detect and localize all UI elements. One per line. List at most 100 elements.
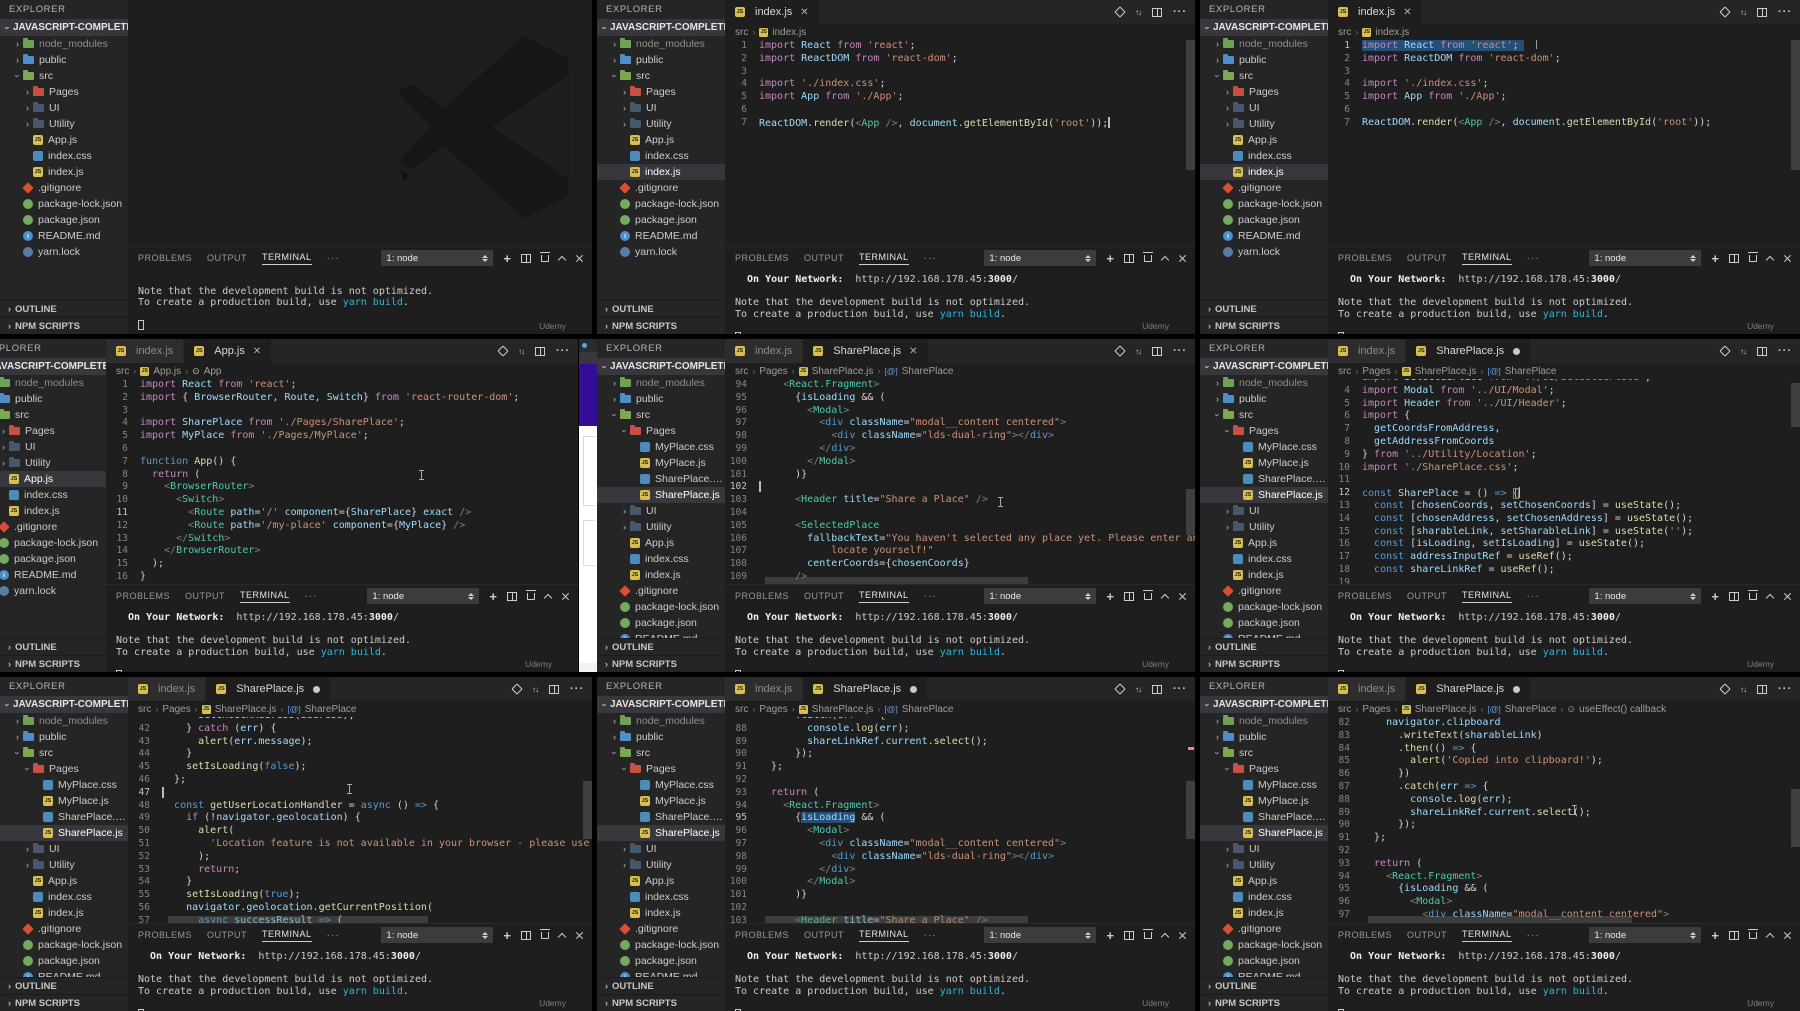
sidebar-file-myplace-css[interactable]: MyPlace.css [597, 439, 725, 455]
sidebar-folder-ui[interactable]: › UI [0, 841, 128, 857]
terminal-select[interactable]: 1: node [1589, 250, 1702, 266]
close-icon[interactable]: ✕ [909, 346, 917, 357]
sidebar-section-outline[interactable]: › OUTLINE [0, 977, 128, 994]
breadcrumb-item[interactable]: SharePlace.js [215, 704, 277, 715]
sidebar-folder-pages[interactable]: › Pages [597, 84, 725, 100]
more-actions-icon[interactable]: ··· [1778, 683, 1792, 695]
terminal-output[interactable]: On Your Network: http://192.168.178.45:3… [128, 946, 592, 1011]
sidebar-folder-utility[interactable]: › Utility [597, 519, 725, 535]
sidebar-file-index-js[interactable]: JS index.js [597, 164, 725, 180]
sidebar-file-app-js[interactable]: JS App.js [0, 873, 128, 889]
sidebar-file-index-js[interactable]: JS index.js [1200, 164, 1328, 180]
sidebar-file-readme-md[interactable]: iREADME.md [597, 228, 725, 244]
sidebar-file--gitignore[interactable]: .gitignore [597, 180, 725, 196]
sidebar-section-outline[interactable]: › OUTLINE [1200, 977, 1328, 994]
scrollbar-thumb[interactable] [1791, 789, 1800, 847]
kill-terminal-icon[interactable] [526, 589, 536, 600]
sidebar-folder-utility[interactable]: › Utility [1200, 857, 1328, 873]
terminal-output[interactable]: Note that the development build is not o… [128, 269, 592, 334]
terminal-output[interactable]: On Your Network: http://192.168.178.45:3… [1328, 946, 1800, 1011]
terminal-output[interactable]: On Your Network: http://192.168.178.45:3… [725, 607, 1195, 672]
sidebar-file-index-js[interactable]: JS index.js [0, 905, 128, 921]
panel-tab-output[interactable]: OUTPUT [207, 930, 247, 940]
sidebar-section-outline[interactable]: › OUTLINE [597, 300, 725, 317]
split-editor-icon[interactable] [535, 346, 545, 356]
kill-terminal-icon[interactable] [1748, 928, 1758, 939]
sidebar-file-app-js[interactable]: JS App.js [1200, 873, 1328, 889]
sidebar-file-myplace-css[interactable]: MyPlace.css [597, 777, 725, 793]
kill-terminal-icon[interactable] [1748, 589, 1758, 600]
horizontal-scrollbar[interactable] [1368, 916, 1633, 923]
sidebar-file-shareplace-css[interactable]: SharePlace.css [0, 809, 128, 825]
toggle-changes-icon[interactable]: ↑↓ [518, 347, 525, 356]
split-editor-icon[interactable] [1757, 7, 1767, 17]
sidebar-folder-node-modules[interactable]: ›node_modules [1200, 36, 1328, 52]
sidebar-file--gitignore[interactable]: .gitignore [597, 583, 725, 599]
sidebar-folder-ui[interactable]: › UI [1200, 841, 1328, 857]
sidebar-file-readme-md[interactable]: iREADME.md [0, 567, 106, 583]
panel-tab-problems[interactable]: PROBLEMS [1338, 253, 1392, 263]
sidebar-file--gitignore[interactable]: .gitignore [0, 921, 128, 937]
maximize-panel-icon[interactable] [1765, 255, 1775, 264]
sidebar-file--gitignore[interactable]: .gitignore [1200, 921, 1328, 937]
sidebar-file-package-json[interactable]: package.json [0, 551, 106, 567]
explorer-root-folder[interactable]: ›JAVASCRIPT-COMPLETE-... [1200, 358, 1328, 375]
panel-tab-problems[interactable]: PROBLEMS [138, 253, 192, 263]
terminal-select[interactable]: 1: node [1589, 588, 1702, 604]
toggle-changes-icon[interactable]: ↑↓ [1135, 8, 1142, 17]
terminal-select[interactable]: 1: node [381, 250, 494, 266]
breadcrumb-item[interactable]: SharePlace [305, 704, 357, 715]
sidebar-file-index-js[interactable]: JS index.js [597, 567, 725, 583]
panel-tab-output[interactable]: OUTPUT [207, 253, 247, 263]
panel-tab-output[interactable]: OUTPUT [1407, 591, 1447, 601]
sidebar-folder-src[interactable]: ›src [1200, 745, 1328, 761]
breadcrumb-item[interactable]: SharePlace [1505, 366, 1557, 377]
breadcrumb-item[interactable]: Pages [759, 366, 787, 377]
toggle-changes-icon[interactable]: ↑↓ [1135, 685, 1142, 694]
kill-terminal-icon[interactable] [1143, 589, 1153, 600]
sidebar-file-index-css[interactable]: index.css [1200, 889, 1328, 905]
sidebar-section-npm_scripts[interactable]: › NPM SCRIPTS [597, 994, 725, 1011]
breadcrumb-item[interactable]: App.js [153, 366, 181, 377]
tab-index-js[interactable]: JS index.js ✕ [725, 0, 820, 24]
sidebar-file-shareplace-js[interactable]: JS SharePlace.js [1200, 825, 1328, 841]
panel-tab-output[interactable]: OUTPUT [185, 591, 225, 601]
sidebar-file-package-lock-json[interactable]: package-lock.json [1200, 196, 1328, 212]
sidebar-folder-pages[interactable]: › Pages [0, 761, 128, 777]
breadcrumb-item[interactable]: useEffect() callback [1579, 704, 1666, 715]
breadcrumb-item[interactable]: SharePlace.js [812, 704, 874, 715]
maximize-panel-icon[interactable] [1765, 593, 1775, 602]
sidebar-section-npm_scripts[interactable]: › NPM SCRIPTS [0, 994, 128, 1011]
terminal-output[interactable]: On Your Network: http://192.168.178.45:3… [725, 269, 1195, 334]
close-panel-icon[interactable] [1783, 592, 1792, 601]
new-terminal-icon[interactable]: + [1106, 929, 1114, 942]
sidebar-folder-public[interactable]: ›public [0, 391, 106, 407]
sidebar-folder-src[interactable]: ›src [597, 68, 725, 84]
run-code-icon[interactable] [1114, 6, 1126, 18]
more-actions-icon[interactable]: ··· [556, 345, 570, 357]
panel-more-icon[interactable]: ··· [305, 591, 318, 602]
sidebar-folder-utility[interactable]: › Utility [597, 116, 725, 132]
sidebar-folder-ui[interactable]: › UI [597, 100, 725, 116]
more-actions-icon[interactable]: ··· [1173, 345, 1187, 357]
sidebar-file-package-lock-json[interactable]: package-lock.json [1200, 937, 1328, 953]
tab-shareplace-js[interactable]: JS SharePlace.js [206, 677, 332, 701]
sidebar-file-yarn-lock[interactable]: yarn.lock [597, 244, 725, 260]
split-editor-icon[interactable] [1152, 7, 1162, 17]
sidebar-folder-pages[interactable]: › Pages [1200, 84, 1328, 100]
sidebar-file-package-json[interactable]: package.json [0, 953, 128, 969]
sidebar-folder-ui[interactable]: › UI [1200, 100, 1328, 116]
sidebar-file-app-js[interactable]: JS App.js [597, 132, 725, 148]
toggle-changes-icon[interactable]: ↑↓ [1740, 8, 1747, 17]
sidebar-file-myplace-css[interactable]: MyPlace.css [0, 777, 128, 793]
horizontal-scrollbar[interactable] [765, 577, 1029, 584]
explorer-root-folder[interactable]: ›JAVASCRIPT-COMPLETE-... [597, 696, 725, 713]
sidebar-section-outline[interactable]: › OUTLINE [0, 300, 128, 317]
scrollbar-thumb[interactable] [1186, 40, 1195, 170]
scrollbar-thumb[interactable] [1791, 40, 1800, 170]
close-panel-icon[interactable] [1178, 931, 1187, 940]
close-panel-icon[interactable] [561, 592, 570, 601]
breadcrumb-item[interactable]: SharePlace.js [812, 366, 874, 377]
maximize-panel-icon[interactable] [1765, 932, 1775, 941]
sidebar-file-myplace-css[interactable]: MyPlace.css [1200, 777, 1328, 793]
